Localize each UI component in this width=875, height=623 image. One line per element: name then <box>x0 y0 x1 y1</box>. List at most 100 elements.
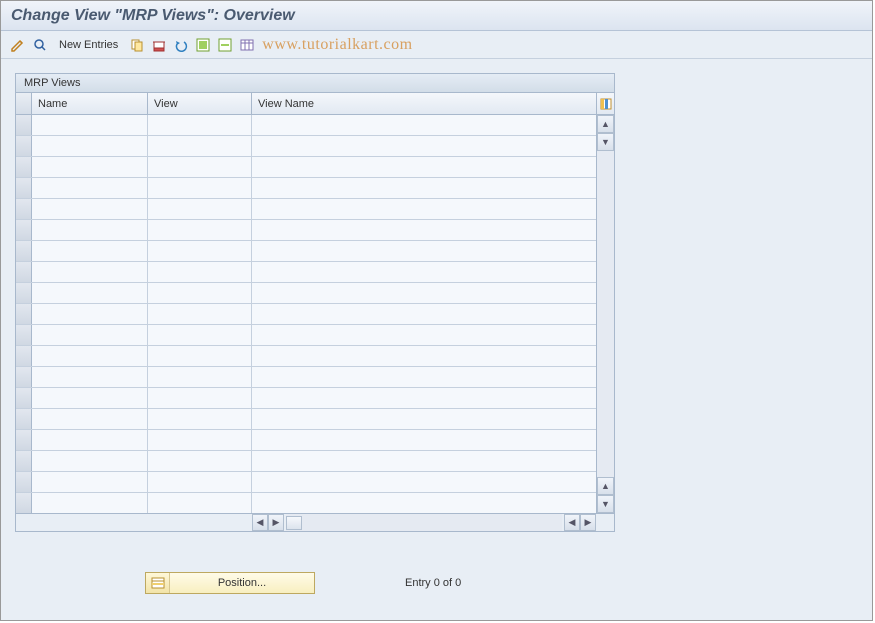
column-header-view[interactable]: View <box>148 93 252 114</box>
cell-viewname[interactable] <box>252 409 596 429</box>
cell-viewname[interactable] <box>252 325 596 345</box>
row-selector[interactable] <box>16 241 32 261</box>
cell-viewname[interactable] <box>252 115 596 135</box>
row-selector[interactable] <box>16 346 32 366</box>
select-all-icon[interactable] <box>194 36 212 54</box>
cell-name[interactable] <box>32 493 148 513</box>
row-selector[interactable] <box>16 409 32 429</box>
row-selector[interactable] <box>16 451 32 471</box>
cell-viewname[interactable] <box>252 430 596 450</box>
cell-viewname[interactable] <box>252 472 596 492</box>
row-selector[interactable] <box>16 220 32 240</box>
row-selector[interactable] <box>16 199 32 219</box>
cell-viewname[interactable] <box>252 346 596 366</box>
table-row[interactable] <box>16 493 596 513</box>
row-selector[interactable] <box>16 325 32 345</box>
cell-name[interactable] <box>32 472 148 492</box>
cell-view[interactable] <box>148 346 252 366</box>
column-selector-header[interactable] <box>16 93 32 114</box>
scroll-left-end-icon[interactable]: ◀ <box>564 514 580 531</box>
cell-name[interactable] <box>32 220 148 240</box>
cell-name[interactable] <box>32 346 148 366</box>
row-selector[interactable] <box>16 178 32 198</box>
table-row[interactable] <box>16 178 596 199</box>
cell-view[interactable] <box>148 367 252 387</box>
cell-view[interactable] <box>148 388 252 408</box>
row-selector[interactable] <box>16 367 32 387</box>
configure-columns-icon[interactable] <box>597 93 614 115</box>
row-selector[interactable] <box>16 493 32 513</box>
row-selector[interactable] <box>16 136 32 156</box>
new-entries-button[interactable]: New Entries <box>53 37 124 53</box>
vertical-scrollbar[interactable]: ▲ ▼ ▲ ▼ <box>596 93 614 513</box>
cell-name[interactable] <box>32 325 148 345</box>
details-icon[interactable] <box>31 36 49 54</box>
table-row[interactable] <box>16 115 596 136</box>
cell-viewname[interactable] <box>252 388 596 408</box>
table-settings-icon[interactable] <box>238 36 256 54</box>
scroll-up-bottom-icon[interactable]: ▲ <box>597 477 614 495</box>
cell-view[interactable] <box>148 493 252 513</box>
cell-name[interactable] <box>32 241 148 261</box>
cell-view[interactable] <box>148 451 252 471</box>
scroll-right-icon[interactable]: ▶ <box>268 514 284 531</box>
scroll-right-end-icon[interactable]: ▶ <box>580 514 596 531</box>
table-row[interactable] <box>16 199 596 220</box>
delete-icon[interactable] <box>150 36 168 54</box>
column-header-viewname[interactable]: View Name <box>252 93 596 114</box>
cell-view[interactable] <box>148 325 252 345</box>
table-row[interactable] <box>16 325 596 346</box>
cell-viewname[interactable] <box>252 178 596 198</box>
cell-name[interactable] <box>32 409 148 429</box>
horizontal-scrollbar[interactable]: ◀ ▶ ◀ ▶ <box>16 513 614 531</box>
cell-view[interactable] <box>148 430 252 450</box>
cell-view[interactable] <box>148 199 252 219</box>
cell-view[interactable] <box>148 220 252 240</box>
table-row[interactable] <box>16 262 596 283</box>
table-row[interactable] <box>16 430 596 451</box>
cell-viewname[interactable] <box>252 136 596 156</box>
table-row[interactable] <box>16 367 596 388</box>
cell-viewname[interactable] <box>252 367 596 387</box>
cell-viewname[interactable] <box>252 262 596 282</box>
cell-name[interactable] <box>32 262 148 282</box>
row-selector[interactable] <box>16 157 32 177</box>
cell-view[interactable] <box>148 472 252 492</box>
cell-name[interactable] <box>32 136 148 156</box>
table-row[interactable] <box>16 451 596 472</box>
toggle-edit-icon[interactable] <box>9 36 27 54</box>
cell-view[interactable] <box>148 115 252 135</box>
table-row[interactable] <box>16 409 596 430</box>
cell-viewname[interactable] <box>252 451 596 471</box>
table-row[interactable] <box>16 241 596 262</box>
row-selector[interactable] <box>16 304 32 324</box>
row-selector[interactable] <box>16 262 32 282</box>
cell-view[interactable] <box>148 304 252 324</box>
hscroll-track[interactable] <box>286 514 562 531</box>
table-row[interactable] <box>16 472 596 493</box>
cell-viewname[interactable] <box>252 157 596 177</box>
table-row[interactable] <box>16 136 596 157</box>
cell-view[interactable] <box>148 178 252 198</box>
table-row[interactable] <box>16 388 596 409</box>
table-row[interactable] <box>16 157 596 178</box>
scroll-down-icon[interactable]: ▼ <box>597 133 614 151</box>
undo-icon[interactable] <box>172 36 190 54</box>
copy-icon[interactable] <box>128 36 146 54</box>
table-row[interactable] <box>16 304 596 325</box>
table-row[interactable] <box>16 283 596 304</box>
row-selector[interactable] <box>16 388 32 408</box>
cell-name[interactable] <box>32 157 148 177</box>
cell-view[interactable] <box>148 283 252 303</box>
cell-viewname[interactable] <box>252 241 596 261</box>
deselect-all-icon[interactable] <box>216 36 234 54</box>
cell-name[interactable] <box>32 178 148 198</box>
cell-name[interactable] <box>32 430 148 450</box>
cell-view[interactable] <box>148 157 252 177</box>
cell-viewname[interactable] <box>252 283 596 303</box>
cell-name[interactable] <box>32 388 148 408</box>
position-button[interactable]: Position... <box>145 572 315 594</box>
cell-viewname[interactable] <box>252 493 596 513</box>
column-header-name[interactable]: Name <box>32 93 148 114</box>
scroll-down-bottom-icon[interactable]: ▼ <box>597 495 614 513</box>
